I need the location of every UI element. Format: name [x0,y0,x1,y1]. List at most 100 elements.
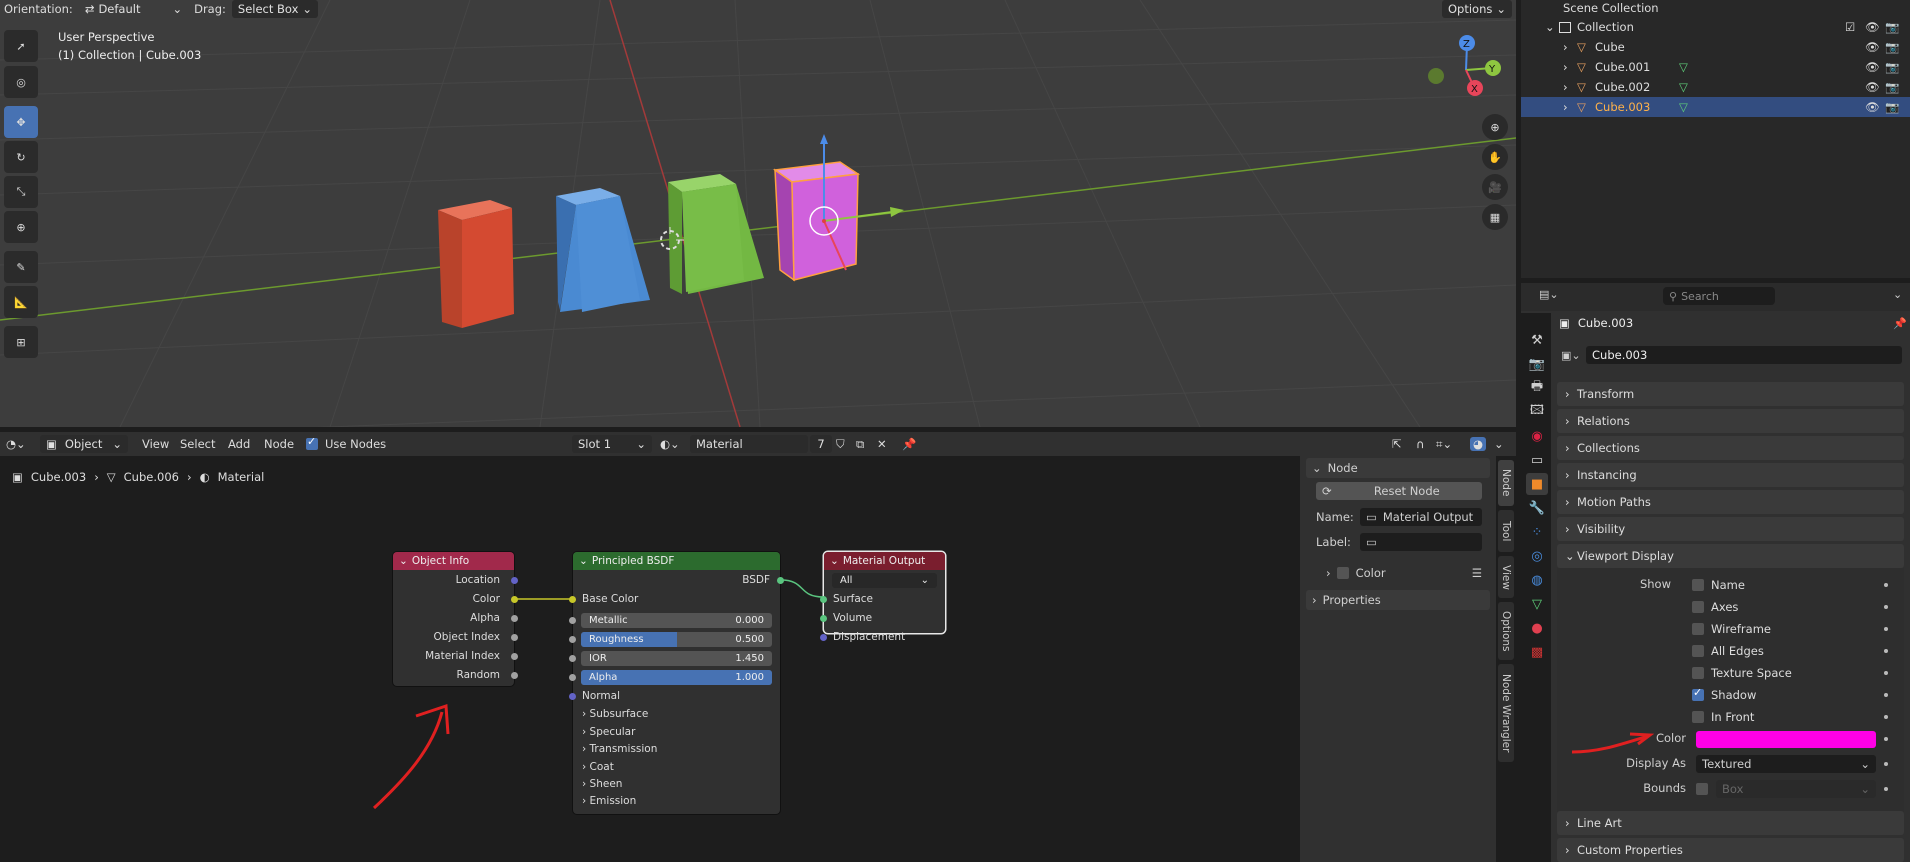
object-tab[interactable]: ■ [1526,473,1548,495]
node-principled-bsdf[interactable]: ⌄ Principled BSDF BSDF Base Color Metall… [569,552,784,814]
tab-node[interactable]: Node [1498,460,1514,506]
list-icon[interactable]: ☰ [1472,566,1482,580]
option-shadow[interactable]: Shadow [1692,685,1756,705]
color-swatch[interactable] [1696,731,1876,748]
socket-float[interactable] [511,672,518,679]
socket-float[interactable] [511,615,518,622]
socket-float[interactable] [569,674,576,681]
pin-icon[interactable]: 📌 [1893,317,1907,330]
option-name[interactable]: Name [1692,575,1745,595]
view-layer-tab[interactable]: 🖾 [1526,401,1548,423]
camera-icon[interactable]: 📷 [1885,40,1899,54]
eye-icon[interactable]: 👁 [1865,100,1880,114]
panel-motion-paths[interactable]: › Motion Paths [1557,490,1904,514]
node-label-field[interactable]: ▭ [1360,533,1482,551]
scene-collection-row[interactable]: Scene Collection [1521,0,1910,18]
panel-line-art[interactable]: › Line Art [1557,811,1904,835]
search-field[interactable]: ⚲ Search [1663,287,1775,305]
field-ior[interactable]: IOR 1.450 [581,651,772,666]
tab-view[interactable]: View [1498,556,1514,598]
color-subpanel[interactable]: › Color ☰ [1326,563,1482,583]
panel-node-header[interactable]: ⌄ Node [1306,458,1490,478]
socket-vector[interactable] [820,634,827,641]
checkbox[interactable] [1692,711,1704,723]
reset-node-button[interactable]: ⟳ Reset Node [1316,482,1482,500]
node-header[interactable]: ⌄ Object Info [393,552,514,570]
data-tab[interactable]: ▽ [1526,593,1548,615]
checkbox-checked[interactable] [1692,686,1704,701]
panel-properties[interactable]: › Properties [1306,590,1490,610]
socket-shader[interactable] [777,577,784,584]
socket-float[interactable] [569,655,576,662]
constraints-tab[interactable]: ◍ [1526,569,1548,591]
subpanel-emission[interactable]: › Emission [582,795,636,807]
option-axes[interactable]: Axes [1692,597,1738,617]
keyframe-dot[interactable] [1884,787,1888,791]
panel-visibility[interactable]: › Visibility [1557,517,1904,541]
ortho-toggle-button[interactable]: ▦ [1482,204,1508,230]
eye-icon[interactable]: 👁 [1865,60,1880,74]
panel-transform[interactable]: › Transform [1557,382,1904,406]
chevron-down-icon[interactable]: ⌄ [1494,437,1504,451]
cube-red[interactable] [438,200,514,328]
node-material-output[interactable]: ⌄ Material Output All ⌄ Surface Volume D… [820,552,945,643]
socket-color[interactable] [511,596,518,603]
select-box-tool[interactable]: ➚ [4,30,38,62]
shader-editor[interactable]: ◔⌄ ▣ Object ⌄ View Select Add Node Use N… [0,432,1516,862]
panel-relations[interactable]: › Relations [1557,409,1904,433]
material-tab[interactable]: ● [1526,617,1548,639]
render-tab[interactable]: 📷 [1526,353,1548,375]
checkbox[interactable] [1692,667,1704,679]
keyframe-dot[interactable] [1884,583,1888,587]
display-as-dropdown[interactable]: Textured ⌄ [1696,755,1876,773]
field-alpha[interactable]: Alpha 1.000 [581,670,772,685]
socket-vector[interactable] [569,693,576,700]
socket-float[interactable] [569,617,576,624]
panel-viewport-display[interactable]: ⌄ Viewport Display [1557,544,1904,568]
tab-node-wrangler[interactable]: Node Wrangler [1498,664,1514,762]
option-wireframe[interactable]: Wireframe [1692,619,1771,639]
grid-snap-icon[interactable]: ⌗⌄ [1436,437,1452,452]
cube-blue[interactable] [556,188,650,312]
object-name-field[interactable]: Cube.003 [1586,346,1902,364]
node-header[interactable]: ⌄ Material Output [824,552,945,570]
camera-icon[interactable]: 📷 [1885,20,1899,34]
snapping-icon[interactable]: ∩ [1416,437,1424,451]
panel-instancing[interactable]: › Instancing [1557,463,1904,487]
measure-tool[interactable]: 📐 [4,286,38,318]
keyframe-dot[interactable] [1884,737,1888,741]
tab-tool[interactable]: Tool [1498,510,1514,552]
keyframe-dot[interactable] [1884,627,1888,631]
keyframe-dot[interactable] [1884,715,1888,719]
object-type-dropdown[interactable]: ▣⌄ [1561,346,1583,364]
particles-tab[interactable]: ⁘ [1526,521,1548,543]
node-name-field[interactable]: ▭ Material Output [1360,508,1482,526]
annotate-tool[interactable]: ✎ [4,251,38,283]
overlay-icon[interactable]: ◕ [1470,437,1487,451]
panel-collections[interactable]: › Collections [1557,436,1904,460]
socket-float[interactable] [511,653,518,660]
outliner-item-cube-001[interactable]: › ▽ Cube.001 ▽ 👁 📷 [1521,57,1910,77]
keyframe-dot[interactable] [1884,649,1888,653]
physics-tab[interactable]: ◎ [1526,545,1548,567]
bounds-dropdown[interactable]: Box ⌄ [1716,780,1876,798]
checkbox-icon[interactable]: ☑ [1845,20,1855,34]
panel-custom-properties[interactable]: › Custom Properties [1557,838,1904,862]
camera-icon[interactable]: 📷 [1885,60,1899,74]
scale-tool[interactable]: ⤡ [4,176,38,208]
modifiers-tab[interactable]: 🔧 [1526,497,1548,519]
eye-icon[interactable]: 👁 [1865,40,1880,54]
tool-tab[interactable]: ⚒ [1526,329,1548,351]
subpanel-coat[interactable]: › Coat [582,761,614,773]
option-all-edges[interactable]: All Edges [1692,641,1764,661]
checkbox[interactable] [1692,579,1704,591]
camera-view-button[interactable]: 🎥 [1482,174,1508,200]
subpanel-transmission[interactable]: › Transmission [582,743,657,755]
node-header[interactable]: ⌄ Principled BSDF [573,552,780,570]
socket-float[interactable] [511,634,518,641]
transform-gizmo[interactable] [660,130,920,280]
socket-shader[interactable] [820,596,827,603]
keyframe-dot[interactable] [1884,693,1888,697]
chevron-down-icon[interactable]: ⌄ [1893,288,1902,301]
node-object-info[interactable]: ⌄ Object Info Location Color Alpha Objec… [393,552,518,686]
